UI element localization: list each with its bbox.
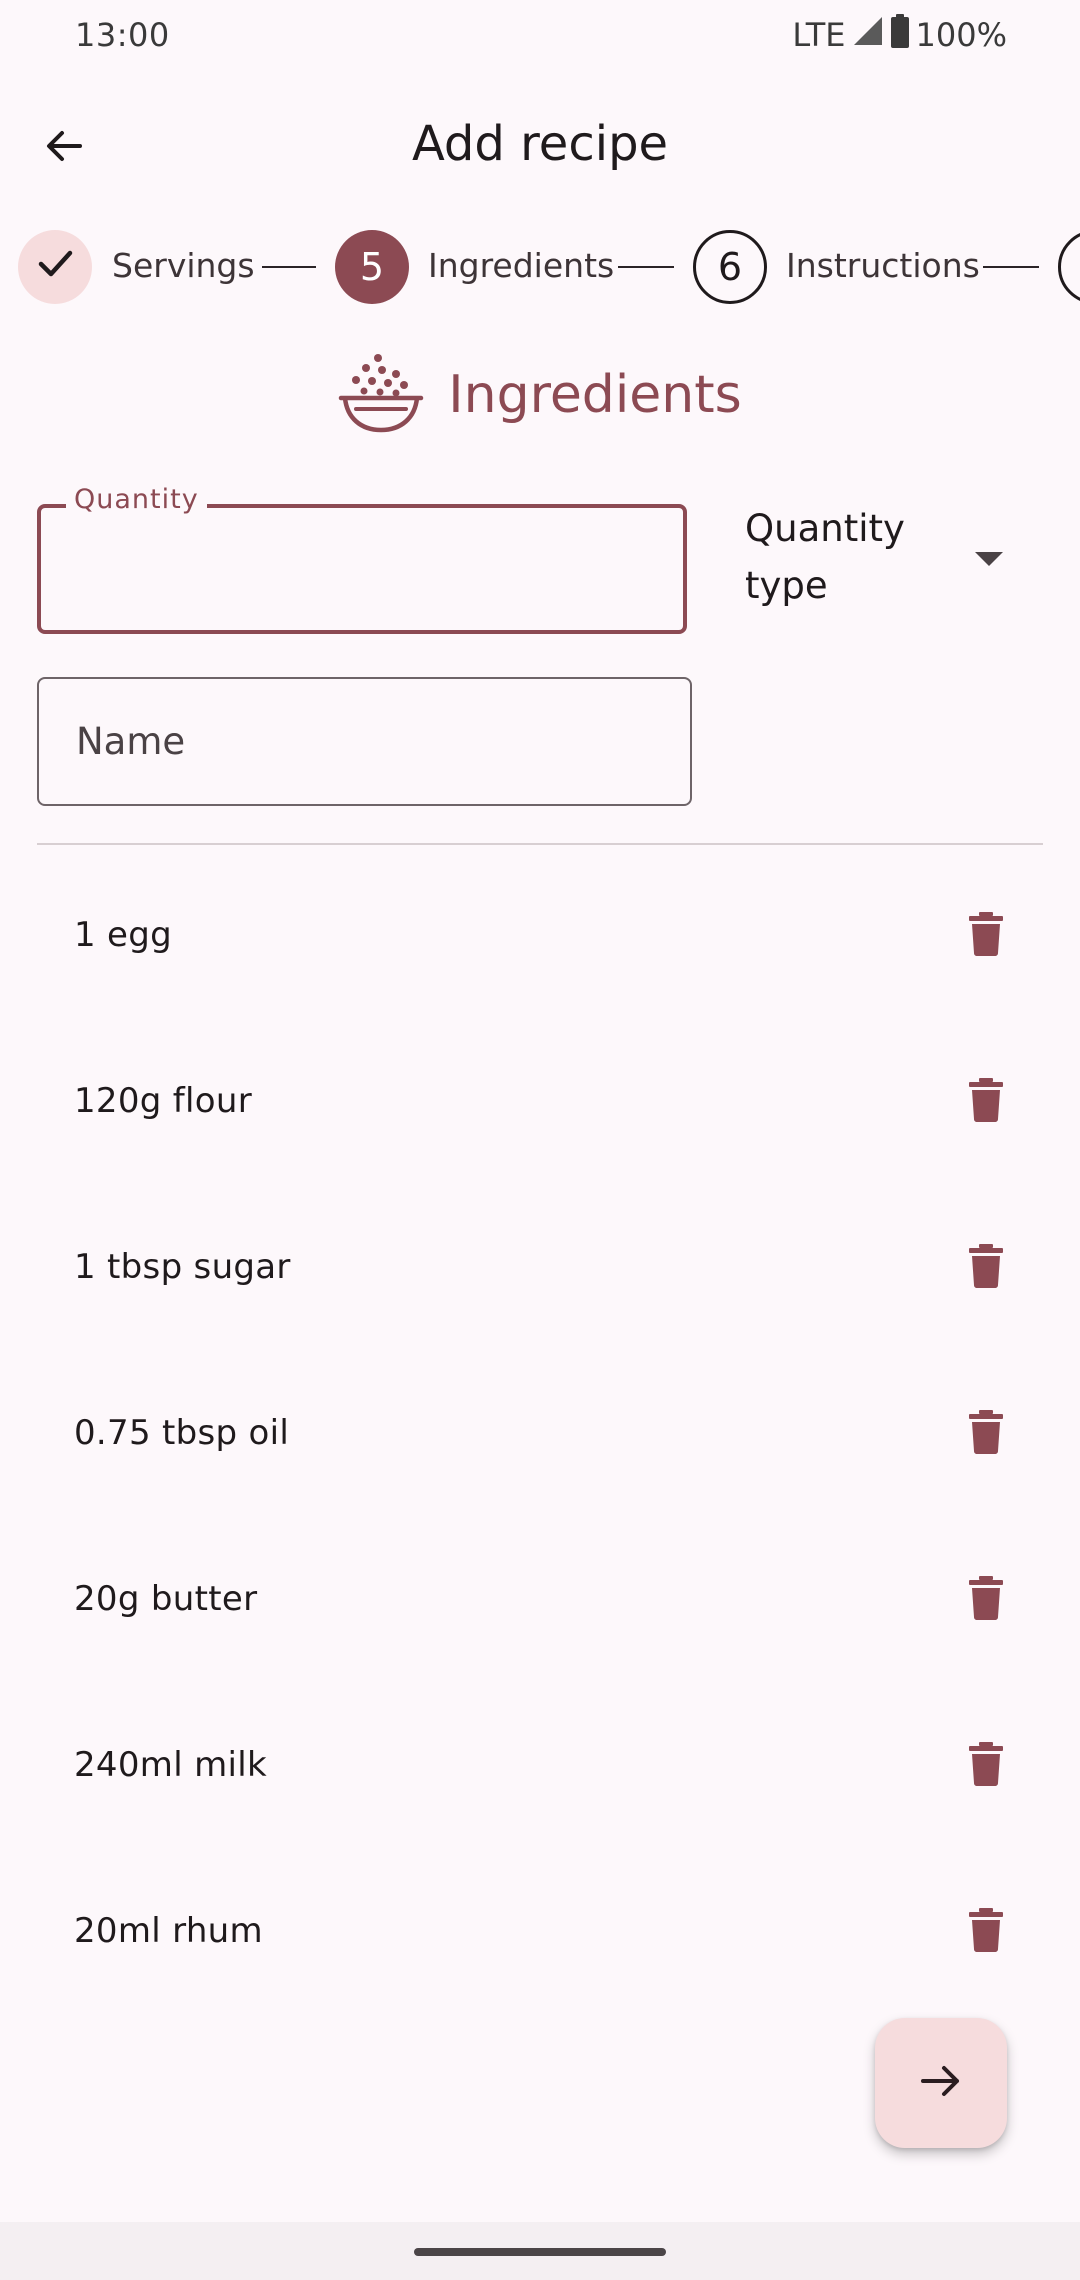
step-instructions-indicator[interactable]: 6 [693, 230, 767, 304]
quantity-label: Quantity [66, 484, 207, 515]
status-bar: 13:00 LTE 100% [0, 0, 1080, 70]
trash-icon [969, 1742, 1003, 1790]
step-number: 6 [717, 245, 743, 289]
step-connector [983, 266, 1039, 268]
list-item: 20g butter [0, 1516, 1080, 1682]
arrow-forward-icon [920, 2061, 962, 2105]
delete-button[interactable] [953, 903, 1019, 969]
status-time: 13:00 [75, 16, 170, 54]
check-icon [34, 242, 76, 293]
delete-button[interactable] [953, 1401, 1019, 1467]
trash-icon [969, 1576, 1003, 1624]
list-item: 1 tbsp sugar [0, 1184, 1080, 1350]
ingredient-text: 1 tbsp sugar [74, 1247, 291, 1287]
dropdown-arrow-icon [975, 552, 1003, 572]
step-servings-indicator[interactable] [18, 230, 92, 304]
next-button[interactable] [875, 2018, 1007, 2148]
section-header: Ingredients [0, 350, 1080, 440]
trash-icon [969, 912, 1003, 960]
bowl-icon [338, 352, 424, 438]
step-next-indicator[interactable]: 7 [1058, 230, 1080, 304]
ingredient-text: 20g butter [74, 1579, 258, 1619]
page-title: Add recipe [411, 116, 669, 172]
section-title: Ingredients [448, 365, 742, 425]
signal-icon [852, 15, 884, 55]
step-ingredients-indicator[interactable]: 5 [335, 230, 409, 304]
battery-icon [890, 14, 910, 56]
name-placeholder: Name [76, 720, 186, 763]
ingredient-text: 120g flour [74, 1081, 253, 1121]
trash-icon [969, 1410, 1003, 1458]
delete-button[interactable] [953, 1899, 1019, 1965]
list-item: 240ml milk [0, 1682, 1080, 1848]
name-input[interactable]: Name [37, 677, 692, 806]
home-indicator[interactable] [414, 2248, 666, 2256]
add-recipe-screen: 13:00 LTE 100% Add recipe Servings 5 Ing… [0, 0, 1080, 2280]
recipe-stepper: Servings 5 Ingredients 6 Instructions 7 [0, 226, 1080, 308]
delete-button[interactable] [953, 1069, 1019, 1135]
status-indicators: LTE 100% [792, 14, 1007, 56]
ingredient-text: 20ml rhum [74, 1911, 263, 1951]
delete-button[interactable] [953, 1733, 1019, 1799]
battery-percent: 100% [915, 16, 1007, 54]
step-instructions-label[interactable]: Instructions [786, 246, 980, 285]
quantity-type-dropdown[interactable]: Quantity type [745, 500, 1015, 620]
app-bar: Add recipe [0, 90, 1080, 200]
quantity-input[interactable] [37, 504, 687, 634]
list-item: 0.75 tbsp oil [0, 1350, 1080, 1516]
divider [37, 843, 1043, 845]
step-connector [262, 266, 316, 268]
ingredient-text: 240ml milk [74, 1745, 267, 1785]
delete-button[interactable] [953, 1567, 1019, 1633]
list-item: 20ml rhum [0, 1848, 1080, 2014]
trash-icon [969, 1244, 1003, 1292]
ingredient-text: 1 egg [74, 915, 173, 955]
delete-button[interactable] [953, 1235, 1019, 1301]
step-connector [618, 266, 674, 268]
list-item: 1 egg [0, 852, 1080, 1018]
step-ingredients-label[interactable]: Ingredients [428, 246, 614, 285]
trash-icon [969, 1078, 1003, 1126]
step-number: 5 [359, 245, 385, 289]
quantity-type-label: Quantity type [745, 507, 905, 607]
trash-icon [969, 1908, 1003, 1956]
ingredient-text: 0.75 tbsp oil [74, 1413, 290, 1453]
step-servings-label[interactable]: Servings [112, 246, 255, 285]
network-type: LTE [792, 16, 846, 54]
ingredient-list: 1 egg 120g flour 1 tbsp sugar 0.75 tbsp … [0, 852, 1080, 2014]
list-item: 120g flour [0, 1018, 1080, 1184]
